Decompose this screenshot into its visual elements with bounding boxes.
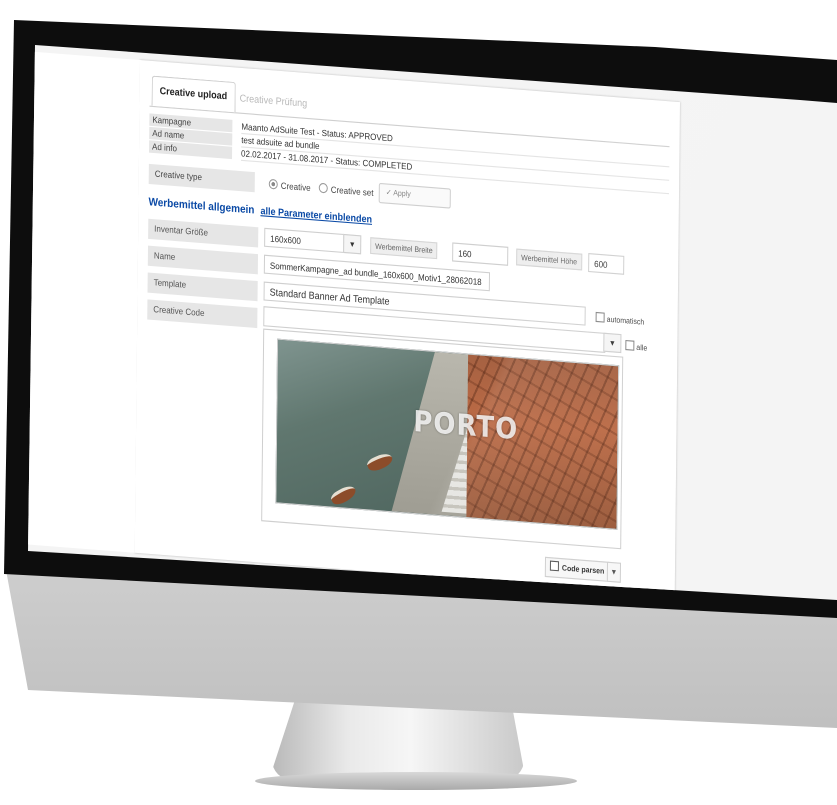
inventory-size-label: Inventar Größe [148, 218, 259, 248]
section-title: Werbemittel allgemein [148, 196, 255, 217]
all-checkbox[interactable]: alle [625, 339, 648, 353]
app-page: Creative upload Creative Prüfung Kampagn… [134, 60, 681, 595]
radio-creative-set[interactable]: Creative set [318, 182, 374, 199]
checkbox-icon [595, 311, 605, 323]
apply-button[interactable]: ✓ Apply [378, 182, 451, 209]
apply-label: Apply [393, 189, 411, 199]
checkbox-icon [625, 339, 635, 351]
creative-code-label: Creative Code [147, 299, 258, 329]
inventory-size-select[interactable]: 160x600 [264, 227, 345, 254]
height-input[interactable]: 600 [588, 253, 625, 275]
banner-preview-image: PORTO [275, 338, 620, 530]
creative-type-label: Creative type [148, 163, 255, 193]
save-icon [549, 560, 559, 572]
code-parse-button[interactable]: Code parsen [544, 556, 610, 582]
chevron-down-icon[interactable]: ▼ [343, 233, 362, 255]
tab-creative-upload[interactable]: Creative upload [151, 75, 236, 113]
chevron-down-icon[interactable]: ▼ [603, 332, 622, 354]
width-input[interactable]: 160 [452, 242, 509, 266]
creative-form: Creative upload Creative Prüfung Kampagn… [145, 71, 670, 589]
all-label: alle [636, 344, 648, 353]
radio-label: Creative [280, 180, 311, 194]
code-parse-label: Code parsen [561, 564, 605, 576]
radio-creative[interactable]: Creative [268, 178, 311, 194]
height-label: Werbemittel Höhe [516, 248, 583, 271]
radio-empty-icon [318, 182, 328, 194]
automatic-label: automatisch [606, 316, 645, 327]
automatic-checkbox[interactable]: automatisch [595, 311, 645, 327]
tab-creative-pruefung[interactable]: Creative Prüfung [232, 83, 316, 118]
row-creative-code: Creative Code ▼ alle PORTO [145, 297, 667, 562]
chevron-down-icon[interactable]: ▼ [606, 561, 622, 583]
monitor-stand-base [255, 772, 577, 790]
width-label: Werbemittel Breite [370, 237, 438, 260]
radio-label: Creative set [330, 184, 374, 199]
radio-selected-icon [268, 178, 278, 190]
template-label: Template [147, 272, 258, 302]
name-label: Name [147, 245, 259, 275]
